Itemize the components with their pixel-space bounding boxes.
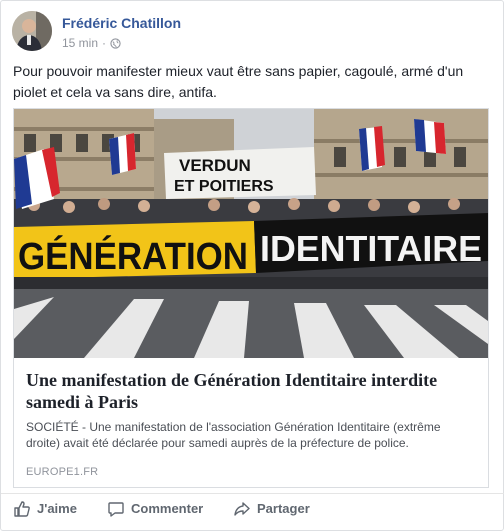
author-avatar[interactable] — [12, 11, 52, 51]
comment-label: Commenter — [131, 501, 204, 516]
sign-text-line2: ET POITIERS — [174, 178, 274, 195]
separator-dot: · — [102, 36, 107, 50]
share-button[interactable]: Partager — [233, 494, 310, 524]
globe-icon[interactable] — [110, 37, 121, 49]
author-name[interactable]: Frédéric Chatillon — [62, 14, 181, 32]
post-actions-bar: J'aime Commenter Partager — [1, 493, 504, 523]
link-title[interactable]: Une manifestation de Génération Identita… — [26, 369, 476, 413]
post-header: Frédéric Chatillon 15 min · — [12, 11, 181, 53]
comment-icon — [108, 501, 124, 517]
comment-button[interactable]: Commenter — [107, 494, 203, 524]
link-domain: EUROPE1.FR — [26, 466, 99, 478]
sign-text-line1: VERDUN — [179, 156, 251, 175]
banner-text-right: IDENTITAIRE — [260, 228, 482, 269]
protest-photo: VERDUN ET POITIERS GÉNÉRATION IDENTITAIR… — [14, 109, 488, 358]
feed-post: Frédéric Chatillon 15 min · Pour pouvoir… — [0, 0, 504, 531]
avatar-photo — [12, 11, 52, 51]
like-label: J'aime — [37, 501, 77, 516]
post-subline: 15 min · — [62, 35, 181, 51]
post-meta: Frédéric Chatillon 15 min · — [62, 11, 181, 51]
link-description: SOCIÉTÉ - Une manifestation de l'associa… — [26, 420, 441, 450]
like-button[interactable]: J'aime — [13, 494, 77, 524]
post-timestamp[interactable]: 15 min — [62, 35, 98, 51]
thumbs-up-icon — [14, 500, 30, 517]
share-icon — [234, 501, 250, 516]
link-preview-body: Une manifestation de Génération Identita… — [14, 358, 488, 451]
share-label: Partager — [257, 501, 310, 516]
link-preview-image[interactable]: VERDUN ET POITIERS GÉNÉRATION IDENTITAIR… — [14, 109, 488, 358]
link-preview-card[interactable]: VERDUN ET POITIERS GÉNÉRATION IDENTITAIR… — [13, 108, 489, 488]
post-text: Pour pouvoir manifester mieux vaut être … — [13, 63, 464, 100]
banner-text-left: GÉNÉRATION — [18, 234, 248, 278]
